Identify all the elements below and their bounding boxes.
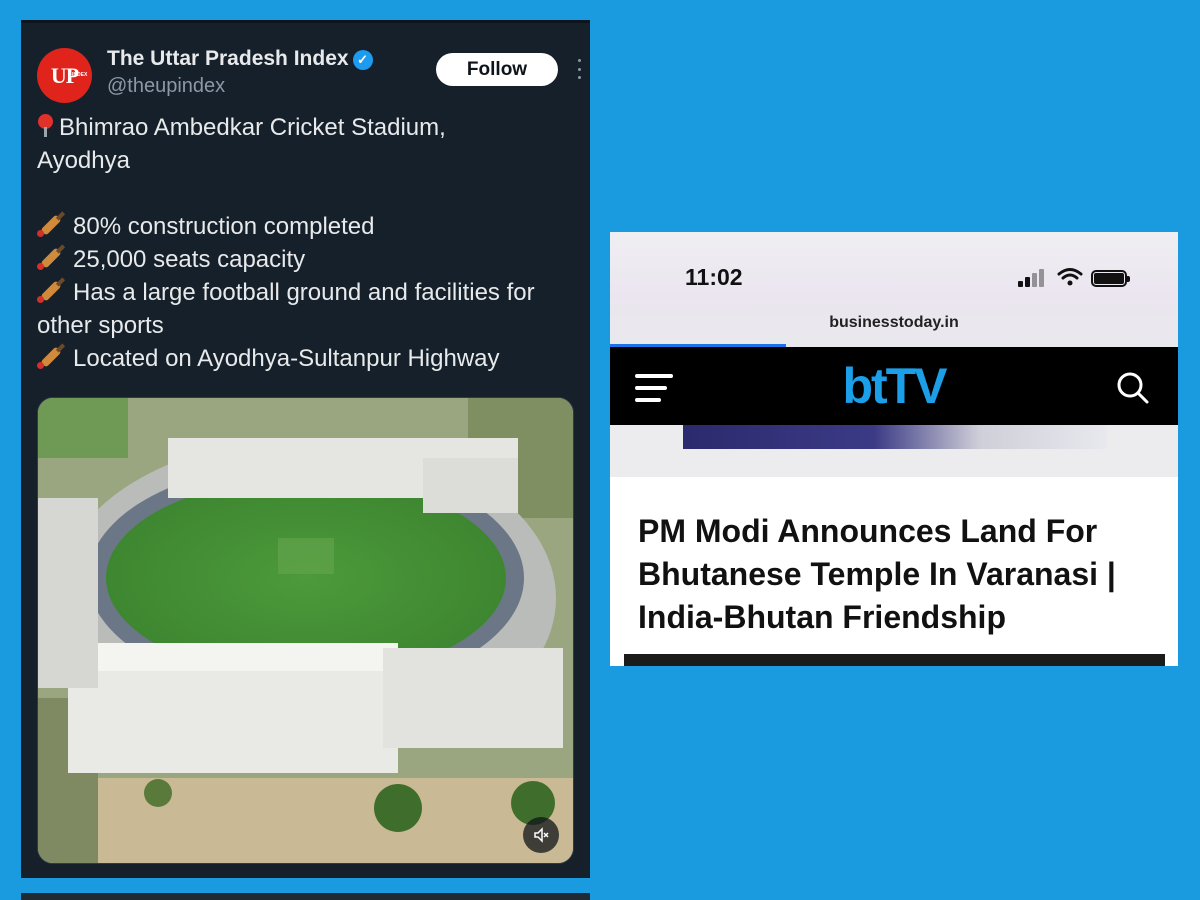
next-tweet-edge [21,893,590,900]
cricket-bat-icon [37,277,66,304]
verified-badge-icon: ✓ [352,50,373,70]
more-options-icon[interactable] [571,56,587,82]
article-card: PM Modi Announces Land For Bhutanese Tem… [610,477,1178,666]
location-text-2: Ayodhya [37,147,130,174]
point-3-text: Has a large football ground and faciliti… [73,279,535,306]
ad-banner-area [610,425,1178,477]
avatar[interactable]: UP INDEX [37,48,92,103]
battery-icon [1091,270,1130,287]
point-2: 25,000 seats capacity [37,243,582,276]
round-pushpin-icon [37,114,55,138]
wifi-icon [1057,268,1083,286]
location-line: Bhimrao Ambedkar Cricket Stadium, [37,111,582,144]
point-3: Has a large football ground and faciliti… [37,276,582,309]
cricket-bat-icon [37,211,66,238]
stadium-video[interactable] [37,397,574,864]
status-time: 11:02 [685,264,743,290]
point-4-text: Located on Ayodhya-Sultanpur Highway [73,345,500,372]
cricket-bat-icon [37,244,66,271]
follow-button[interactable]: Follow [436,53,558,86]
tweet-header: UP INDEX The Uttar Pradesh Index ✓ @theup… [37,45,581,105]
logo-tv: TV [885,358,948,414]
display-name[interactable]: The Uttar Pradesh Index ✓ [107,47,373,71]
tweet-text: Bhimrao Ambedkar Cricket Stadium, Ayodhy… [37,111,582,375]
speaker-muted-icon[interactable] [523,817,559,853]
ad-banner-image[interactable] [683,425,1107,449]
point-3-continued: other sports [37,312,164,339]
user-handle[interactable]: @theupindex [107,75,225,98]
point-1-text: 80% construction completed [73,213,375,240]
address-bar-url[interactable]: businesstoday.in [610,314,1178,332]
phone-screenshot: 11:02 businesstoday.in btTV PM Modi Anno… [610,232,1178,666]
point-2-text: 25,000 seats capacity [73,246,306,273]
site-header: btTV [610,347,1178,425]
search-icon[interactable] [1116,371,1150,405]
article-headline[interactable]: PM Modi Announces Land For Bhutanese Tem… [638,510,1168,639]
status-bar: 11:02 businesstoday.in [610,232,1178,347]
tweet-card: UP INDEX The Uttar Pradesh Index ✓ @theup… [21,20,590,878]
display-name-text: The Uttar Pradesh Index [107,47,349,70]
stadium-aerial-image [38,398,573,863]
cricket-bat-icon [37,343,66,370]
point-1: 80% construction completed [37,210,582,243]
article-video-thumbnail[interactable] [624,654,1165,666]
avatar-logo-sub: INDEX [72,72,88,78]
bttv-logo[interactable]: btTV [610,357,1178,415]
location-text-1: Bhimrao Ambedkar Cricket Stadium, [59,114,446,141]
point-4: Located on Ayodhya-Sultanpur Highway [37,342,582,375]
logo-bt: bt [842,358,887,414]
cellular-signal-icon [1018,269,1048,287]
